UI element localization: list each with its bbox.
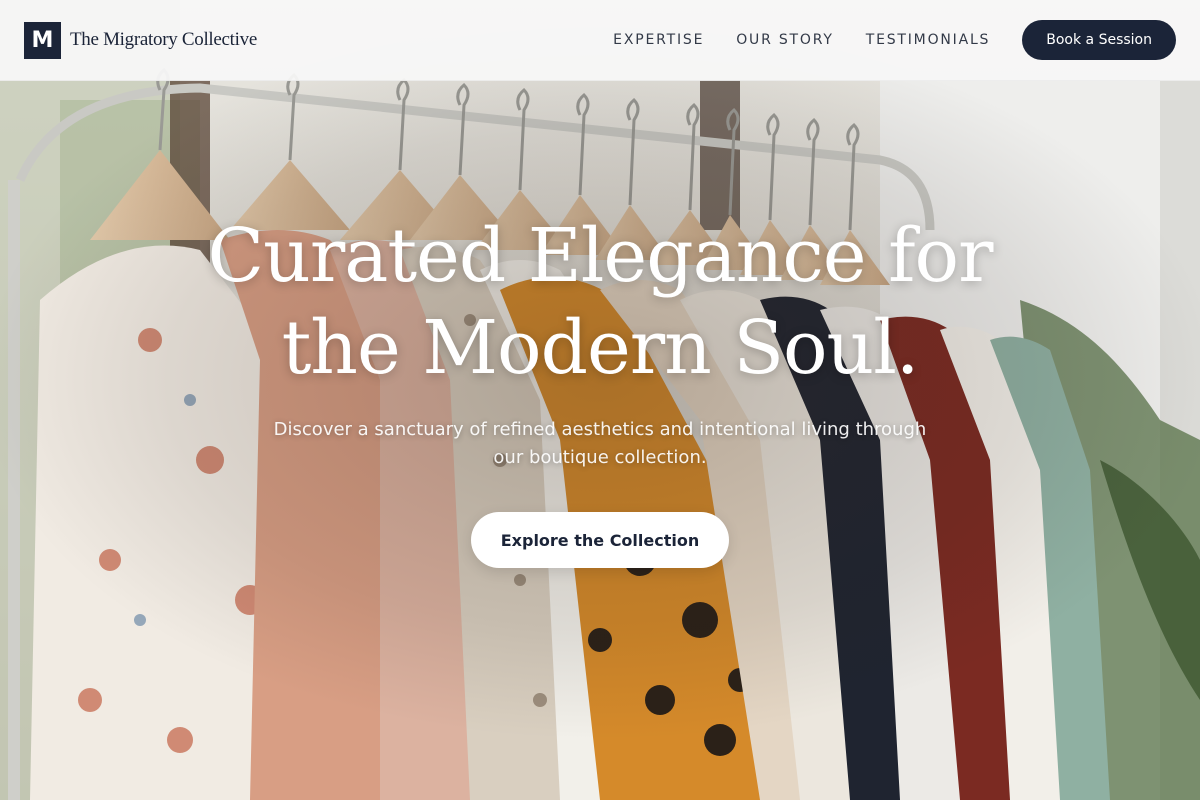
- explore-collection-button[interactable]: Explore the Collection: [471, 512, 729, 568]
- brand-logo[interactable]: M The Migratory Collective: [24, 21, 257, 59]
- brand-name: The Migratory Collective: [70, 29, 257, 50]
- brand-mark: M: [24, 21, 61, 59]
- hero-title-line-1: Curated Elegance for: [207, 213, 994, 299]
- nav-link-our-story[interactable]: OUR STORY: [736, 32, 834, 48]
- book-session-button[interactable]: Book a Session: [1022, 20, 1176, 60]
- hero-subtitle: Discover a sanctuary of refined aestheti…: [273, 419, 927, 468]
- hero-section: Curated Elegance for the Modern Soul. Di…: [0, 0, 1200, 800]
- hero-title: Curated Elegance for the Modern Soul.: [0, 210, 1200, 394]
- nav-link-testimonials[interactable]: TESTIMONIALS: [866, 32, 991, 48]
- nav-link-expertise[interactable]: EXPERTISE: [613, 32, 704, 48]
- site-header: M The Migratory Collective EXPERTISE OUR…: [0, 0, 1200, 81]
- hero-content: Curated Elegance for the Modern Soul. Di…: [0, 210, 1200, 568]
- hero-title-line-2: the Modern Soul.: [281, 305, 920, 391]
- main-nav: EXPERTISE OUR STORY TESTIMONIALS Book a …: [613, 20, 1176, 60]
